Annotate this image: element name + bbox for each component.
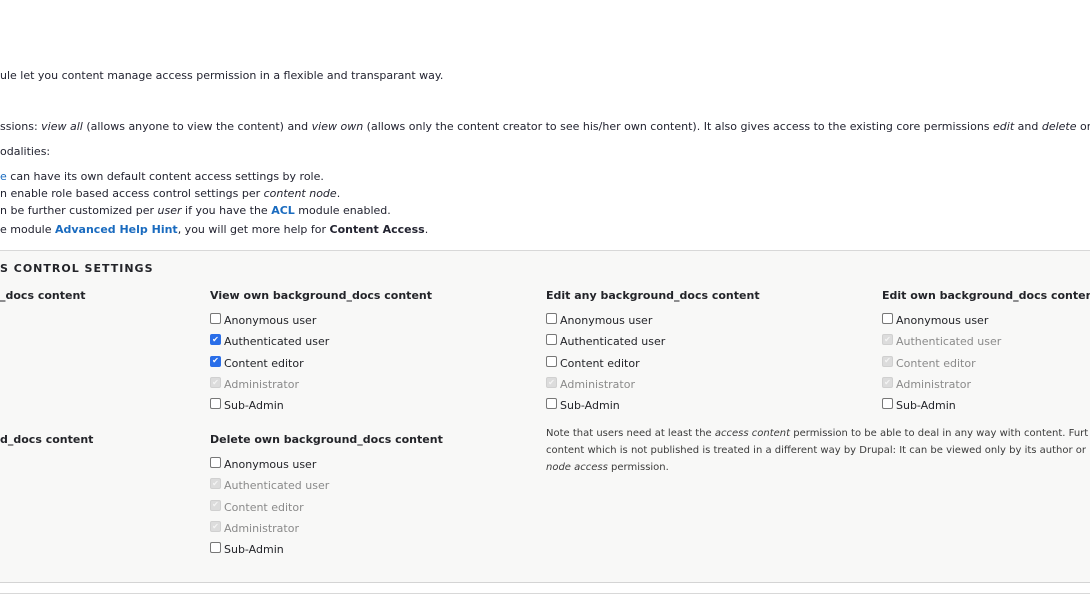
checkbox-unchecked-icon[interactable] bbox=[546, 334, 557, 346]
acl-link[interactable]: ACL bbox=[271, 204, 295, 217]
role-label: Content editor bbox=[560, 356, 640, 370]
checkbox-unchecked-icon[interactable] bbox=[882, 398, 893, 410]
permission-group: Edit own background_docs content Anonymou… bbox=[882, 289, 1090, 416]
role-checkbox-row[interactable]: Anonymous user bbox=[546, 310, 760, 331]
role-label: Administrator bbox=[896, 378, 971, 392]
content-type-link[interactable]: e bbox=[0, 170, 7, 183]
checkbox-checked-icon: ✔ bbox=[882, 334, 893, 346]
permission-group-title: Delete own background_docs content bbox=[210, 433, 443, 446]
access-control-settings-fieldset: S CONTROL SETTINGS _docs content View own… bbox=[0, 250, 1090, 583]
checkbox-checked-icon: ✔ bbox=[210, 478, 221, 490]
role-label: Administrator bbox=[224, 378, 299, 392]
bullet-2: n enable role based access control setti… bbox=[0, 187, 341, 200]
role-checkbox-row[interactable]: Content editor bbox=[546, 353, 760, 374]
role-checkbox-row: ✔ Content editor bbox=[882, 353, 1090, 374]
role-checkbox-row[interactable]: Anonymous user bbox=[210, 454, 443, 475]
intro-permissions-text: ssions: view all (allows anyone to view … bbox=[0, 120, 1090, 133]
role-label: Content editor bbox=[224, 356, 304, 370]
permission-group-title: Edit own background_docs content bbox=[882, 289, 1090, 302]
role-checkbox-row: ✔ Authenticated user bbox=[882, 331, 1090, 352]
checkbox-unchecked-icon[interactable] bbox=[546, 355, 557, 367]
checkbox-unchecked-icon[interactable] bbox=[210, 398, 221, 410]
role-label: Anonymous user bbox=[224, 458, 317, 472]
role-checkbox-row[interactable]: Authenticated user bbox=[546, 331, 760, 352]
role-checkbox-row[interactable]: Anonymous user bbox=[882, 310, 1090, 331]
role-label: Authenticated user bbox=[560, 335, 666, 349]
permission-group: Edit any background_docs content Anonymou… bbox=[546, 289, 760, 416]
checkbox-checked-icon[interactable]: ✔ bbox=[210, 334, 221, 346]
permission-group: _docs content bbox=[0, 289, 86, 310]
access-note: Note that users need at least the access… bbox=[546, 428, 1089, 473]
fieldset-title: S CONTROL SETTINGS bbox=[0, 262, 154, 275]
role-label: Anonymous user bbox=[224, 314, 317, 328]
role-checkbox-row[interactable]: Sub-Admin bbox=[546, 395, 760, 416]
role-checkbox-row: ✔ Administrator bbox=[210, 518, 443, 539]
role-label: Sub-Admin bbox=[224, 399, 284, 413]
role-label: Sub-Admin bbox=[896, 399, 956, 413]
checkbox-unchecked-icon[interactable] bbox=[210, 457, 221, 469]
checkbox-checked-icon: ✔ bbox=[210, 499, 221, 511]
checkbox-checked-icon: ✔ bbox=[882, 355, 893, 367]
checkbox-unchecked-icon[interactable] bbox=[210, 542, 221, 554]
bullet-3: n be further customized per user if you … bbox=[0, 204, 391, 217]
role-checkbox-row: ✔ Administrator bbox=[882, 374, 1090, 395]
intro-description: ule let you content manage access permis… bbox=[0, 69, 444, 82]
role-checkbox-row: ✔ Authenticated user bbox=[210, 475, 443, 496]
permission-group: d_docs content bbox=[0, 433, 93, 454]
role-label: Authenticated user bbox=[896, 335, 1002, 349]
role-checkbox-row[interactable]: Sub-Admin bbox=[882, 395, 1090, 416]
role-label: Anonymous user bbox=[560, 314, 653, 328]
checkbox-unchecked-icon[interactable] bbox=[546, 313, 557, 325]
divider bbox=[0, 593, 1090, 594]
permission-group-title: Edit any background_docs content bbox=[546, 289, 760, 302]
role-checkbox-row: ✔ Administrator bbox=[210, 374, 432, 395]
checkbox-checked-icon: ✔ bbox=[210, 377, 221, 389]
role-label: Sub-Admin bbox=[224, 543, 284, 557]
role-checkbox-row[interactable]: ✔ Content editor bbox=[210, 353, 432, 374]
permission-group-title: View own background_docs content bbox=[210, 289, 432, 302]
permission-group-title: d_docs content bbox=[0, 433, 94, 446]
permission-group: View own background_docs content Anonymou… bbox=[210, 289, 432, 416]
role-label: Sub-Admin bbox=[560, 399, 620, 413]
role-checkbox-row[interactable]: ✔ Authenticated user bbox=[210, 331, 432, 352]
checkbox-unchecked-icon[interactable] bbox=[210, 313, 221, 325]
role-checkbox-row: ✔ Content editor bbox=[210, 497, 443, 518]
role-label: Authenticated user bbox=[224, 335, 330, 349]
role-label: Content editor bbox=[896, 356, 976, 370]
permission-group: Delete own background_docs content Anonym… bbox=[210, 433, 443, 560]
advanced-help-hint: e module Advanced Help Hint, you will ge… bbox=[0, 223, 429, 236]
checkbox-checked-icon: ✔ bbox=[546, 377, 557, 389]
role-checkbox-row[interactable]: Anonymous user bbox=[210, 310, 432, 331]
checkbox-unchecked-icon[interactable] bbox=[546, 398, 557, 410]
role-label: Anonymous user bbox=[896, 314, 989, 328]
intro-modalities: odalities: bbox=[0, 145, 51, 158]
role-label: Authenticated user bbox=[224, 479, 330, 493]
checkbox-checked-icon[interactable]: ✔ bbox=[210, 355, 221, 367]
role-label: Administrator bbox=[560, 378, 635, 392]
role-label: Content editor bbox=[224, 500, 304, 514]
role-checkbox-row: ✔ Administrator bbox=[546, 374, 760, 395]
role-checkbox-row[interactable]: Sub-Admin bbox=[210, 539, 443, 560]
role-label: Administrator bbox=[224, 522, 299, 536]
checkbox-unchecked-icon[interactable] bbox=[882, 313, 893, 325]
advanced-help-hint-link[interactable]: Advanced Help Hint bbox=[55, 223, 178, 236]
permission-group-title: _docs content bbox=[0, 289, 86, 302]
checkbox-checked-icon: ✔ bbox=[882, 377, 893, 389]
role-checkbox-row[interactable]: Sub-Admin bbox=[210, 395, 432, 416]
bullet-1: e can have its own default content acces… bbox=[0, 170, 324, 183]
checkbox-checked-icon: ✔ bbox=[210, 521, 221, 533]
